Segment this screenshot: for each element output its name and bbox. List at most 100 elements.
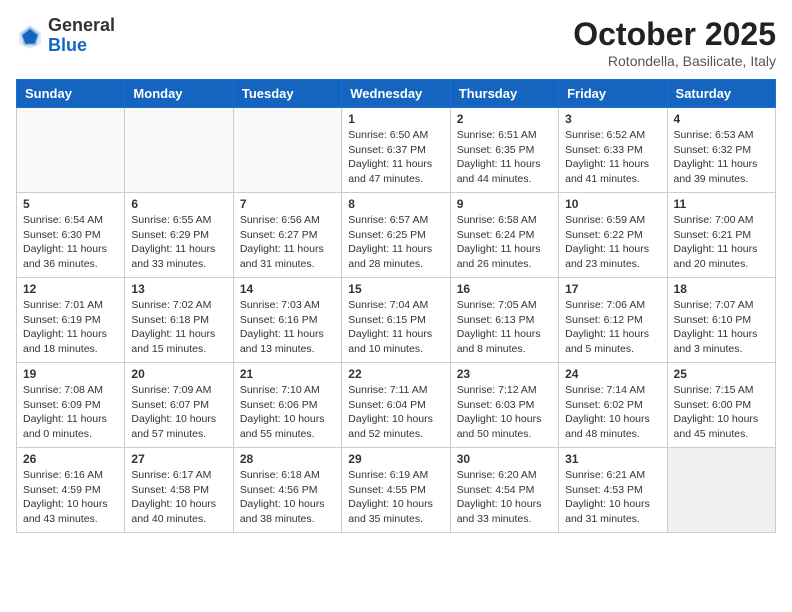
calendar-cell: 28 Sunrise: 6:18 AM Sunset: 4:56 PM Dayli… (233, 448, 341, 533)
calendar-cell: 18 Sunrise: 7:07 AM Sunset: 6:10 PM Dayli… (667, 278, 775, 363)
day-number: 31 (565, 452, 660, 466)
calendar-cell (17, 108, 125, 193)
day-info: Sunrise: 7:07 AM Sunset: 6:10 PM Dayligh… (674, 298, 769, 357)
calendar-cell: 17Sunrise: 7:06 AM Sunset: 6:12 PM Dayli… (559, 278, 667, 363)
day-number: 12 (23, 282, 118, 296)
calendar-cell: 14Sunrise: 7:03 AM Sunset: 6:16 PM Dayli… (233, 278, 341, 363)
day-info: Sunrise: 7:11 AM Sunset: 6:04 PM Dayligh… (348, 383, 443, 442)
day-info: Sunrise: 6:57 AM Sunset: 6:25 PM Dayligh… (348, 213, 443, 272)
day-number: 6 (131, 197, 226, 211)
calendar-cell: 23 Sunrise: 7:12 AM Sunset: 6:03 PM Dayli… (450, 363, 558, 448)
week-row-1: 1 Sunrise: 6:50 AM Sunset: 6:37 PM Daylig… (17, 108, 776, 193)
day-info: Sunrise: 7:04 AM Sunset: 6:15 PM Dayligh… (348, 298, 443, 357)
day-info: Sunrise: 6:55 AM Sunset: 6:29 PM Dayligh… (131, 213, 226, 272)
day-info: Sunrise: 6:16 AM Sunset: 4:59 PM Dayligh… (23, 468, 118, 527)
calendar-cell: 31 Sunrise: 6:21 AM Sunset: 4:53 PM Dayli… (559, 448, 667, 533)
column-header-saturday: Saturday (667, 80, 775, 108)
calendar-cell: 21 Sunrise: 7:10 AM Sunset: 6:06 PM Dayli… (233, 363, 341, 448)
day-number: 16 (457, 282, 552, 296)
calendar-cell: 25Sunrise: 7:15 AM Sunset: 6:00 PM Dayli… (667, 363, 775, 448)
calendar-cell: 19Sunrise: 7:08 AM Sunset: 6:09 PM Dayli… (17, 363, 125, 448)
day-number: 1 (348, 112, 443, 126)
calendar-cell: 20Sunrise: 7:09 AM Sunset: 6:07 PM Dayli… (125, 363, 233, 448)
day-number: 7 (240, 197, 335, 211)
calendar-cell: 11Sunrise: 7:00 AM Sunset: 6:21 PM Dayli… (667, 193, 775, 278)
day-number: 9 (457, 197, 552, 211)
day-number: 10 (565, 197, 660, 211)
day-number: 15 (348, 282, 443, 296)
day-number: 3 (565, 112, 660, 126)
calendar: SundayMondayTuesdayWednesdayThursdayFrid… (16, 79, 776, 533)
calendar-cell: 24 Sunrise: 7:14 AM Sunset: 6:02 PM Dayli… (559, 363, 667, 448)
day-number: 4 (674, 112, 769, 126)
day-info: Sunrise: 6:21 AM Sunset: 4:53 PM Dayligh… (565, 468, 660, 527)
day-number: 24 (565, 367, 660, 381)
calendar-cell: 10 Sunrise: 6:59 AM Sunset: 6:22 PM Dayli… (559, 193, 667, 278)
day-info: Sunrise: 6:18 AM Sunset: 4:56 PM Dayligh… (240, 468, 335, 527)
calendar-cell (125, 108, 233, 193)
calendar-cell: 8Sunrise: 6:57 AM Sunset: 6:25 PM Daylig… (342, 193, 450, 278)
calendar-cell: 6 Sunrise: 6:55 AM Sunset: 6:29 PM Daylig… (125, 193, 233, 278)
day-info: Sunrise: 7:12 AM Sunset: 6:03 PM Dayligh… (457, 383, 552, 442)
day-info: Sunrise: 7:10 AM Sunset: 6:06 PM Dayligh… (240, 383, 335, 442)
calendar-cell: 30 Sunrise: 6:20 AM Sunset: 4:54 PM Dayli… (450, 448, 558, 533)
logo-icon (16, 22, 44, 50)
calendar-header-row: SundayMondayTuesdayWednesdayThursdayFrid… (17, 80, 776, 108)
column-header-tuesday: Tuesday (233, 80, 341, 108)
page-header: General Blue October 2025 Rotondella, Ba… (16, 16, 776, 69)
day-info: Sunrise: 7:02 AM Sunset: 6:18 PM Dayligh… (131, 298, 226, 357)
calendar-cell: 7 Sunrise: 6:56 AM Sunset: 6:27 PM Daylig… (233, 193, 341, 278)
column-header-sunday: Sunday (17, 80, 125, 108)
day-number: 13 (131, 282, 226, 296)
day-number: 30 (457, 452, 552, 466)
day-info: Sunrise: 6:50 AM Sunset: 6:37 PM Dayligh… (348, 128, 443, 187)
day-info: Sunrise: 7:01 AM Sunset: 6:19 PM Dayligh… (23, 298, 118, 357)
day-number: 29 (348, 452, 443, 466)
day-info: Sunrise: 6:52 AM Sunset: 6:33 PM Dayligh… (565, 128, 660, 187)
day-number: 28 (240, 452, 335, 466)
day-number: 27 (131, 452, 226, 466)
title-area: October 2025 Rotondella, Basilicate, Ita… (573, 16, 776, 69)
day-number: 26 (23, 452, 118, 466)
column-header-friday: Friday (559, 80, 667, 108)
calendar-cell: 13 Sunrise: 7:02 AM Sunset: 6:18 PM Dayli… (125, 278, 233, 363)
day-info: Sunrise: 6:51 AM Sunset: 6:35 PM Dayligh… (457, 128, 552, 187)
column-header-thursday: Thursday (450, 80, 558, 108)
calendar-cell: 15 Sunrise: 7:04 AM Sunset: 6:15 PM Dayli… (342, 278, 450, 363)
calendar-cell: 16Sunrise: 7:05 AM Sunset: 6:13 PM Dayli… (450, 278, 558, 363)
column-header-monday: Monday (125, 80, 233, 108)
day-info: Sunrise: 7:08 AM Sunset: 6:09 PM Dayligh… (23, 383, 118, 442)
day-info: Sunrise: 6:58 AM Sunset: 6:24 PM Dayligh… (457, 213, 552, 272)
calendar-cell: 1 Sunrise: 6:50 AM Sunset: 6:37 PM Daylig… (342, 108, 450, 193)
calendar-cell: 4 Sunrise: 6:53 AM Sunset: 6:32 PM Daylig… (667, 108, 775, 193)
day-number: 22 (348, 367, 443, 381)
week-row-3: 12 Sunrise: 7:01 AM Sunset: 6:19 PM Dayli… (17, 278, 776, 363)
month-title: October 2025 (573, 16, 776, 53)
day-info: Sunrise: 6:19 AM Sunset: 4:55 PM Dayligh… (348, 468, 443, 527)
day-number: 25 (674, 367, 769, 381)
day-number: 5 (23, 197, 118, 211)
calendar-cell: 26 Sunrise: 6:16 AM Sunset: 4:59 PM Dayli… (17, 448, 125, 533)
day-info: Sunrise: 6:59 AM Sunset: 6:22 PM Dayligh… (565, 213, 660, 272)
location: Rotondella, Basilicate, Italy (573, 53, 776, 69)
day-info: Sunrise: 6:54 AM Sunset: 6:30 PM Dayligh… (23, 213, 118, 272)
logo-text: General Blue (48, 16, 115, 56)
calendar-cell: 5 Sunrise: 6:54 AM Sunset: 6:30 PM Daylig… (17, 193, 125, 278)
day-info: Sunrise: 6:20 AM Sunset: 4:54 PM Dayligh… (457, 468, 552, 527)
week-row-5: 26 Sunrise: 6:16 AM Sunset: 4:59 PM Dayli… (17, 448, 776, 533)
day-info: Sunrise: 7:14 AM Sunset: 6:02 PM Dayligh… (565, 383, 660, 442)
week-row-2: 5 Sunrise: 6:54 AM Sunset: 6:30 PM Daylig… (17, 193, 776, 278)
calendar-cell: 3 Sunrise: 6:52 AM Sunset: 6:33 PM Daylig… (559, 108, 667, 193)
day-number: 21 (240, 367, 335, 381)
calendar-cell: 27 Sunrise: 6:17 AM Sunset: 4:58 PM Dayli… (125, 448, 233, 533)
day-number: 23 (457, 367, 552, 381)
day-info: Sunrise: 6:56 AM Sunset: 6:27 PM Dayligh… (240, 213, 335, 272)
day-info: Sunrise: 6:17 AM Sunset: 4:58 PM Dayligh… (131, 468, 226, 527)
day-info: Sunrise: 7:09 AM Sunset: 6:07 PM Dayligh… (131, 383, 226, 442)
day-number: 18 (674, 282, 769, 296)
day-info: Sunrise: 6:53 AM Sunset: 6:32 PM Dayligh… (674, 128, 769, 187)
calendar-cell: 9 Sunrise: 6:58 AM Sunset: 6:24 PM Daylig… (450, 193, 558, 278)
calendar-cell: 2Sunrise: 6:51 AM Sunset: 6:35 PM Daylig… (450, 108, 558, 193)
calendar-cell (667, 448, 775, 533)
column-header-wednesday: Wednesday (342, 80, 450, 108)
